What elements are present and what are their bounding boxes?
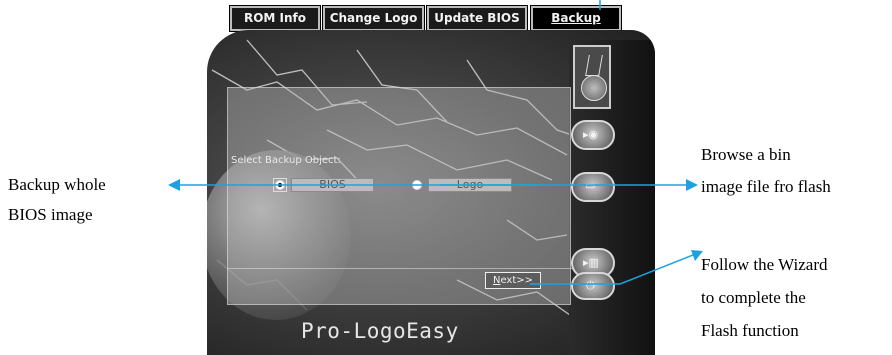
medal-shape [581, 75, 607, 101]
annotation-line: to complete the [701, 288, 806, 307]
browse-arrowhead [686, 179, 698, 191]
bios-radio[interactable] [275, 180, 285, 190]
brand-title: Pro-LogoEasy [301, 319, 459, 343]
bios-option-label[interactable]: BIOS [291, 178, 374, 192]
monitor-icon[interactable]: ▭ [571, 172, 615, 202]
app-window: Select Backup Object: BIOS Logo Next>> P… [207, 30, 655, 355]
annotation-line: Browse a bin [701, 145, 791, 164]
medal-thumbnail-icon[interactable] [573, 45, 611, 109]
backup-whole-arrowhead [168, 179, 180, 191]
tab-update-bios[interactable]: Update BIOS [426, 5, 528, 32]
select-backup-label: Select Backup Object: [231, 155, 341, 166]
annotation-line: Flash function [701, 321, 799, 340]
logo-option-label[interactable]: Logo [428, 178, 512, 192]
next-label: ext>> [500, 275, 534, 286]
annotation-browse: Browse a bin image file fro flash [701, 139, 831, 203]
power-icon[interactable]: ⏻ [571, 272, 615, 300]
tab-change-logo[interactable]: Change Logo [322, 5, 425, 32]
annotation-wizard: Follow the Wizard to complete the Flash … [701, 248, 827, 347]
annotation-line: image file fro flash [701, 177, 831, 196]
disk-arrow-icon[interactable]: ▸◉ [571, 120, 615, 150]
logo-radio[interactable] [412, 180, 422, 190]
next-button[interactable]: Next>> [485, 272, 541, 289]
annotation-line: Follow the Wizard [701, 255, 828, 274]
divider [228, 268, 572, 269]
annotation-line: Backup whole [8, 175, 106, 194]
annotation-line: BIOS image [8, 205, 93, 224]
ribbon-shape [585, 55, 603, 76]
tab-rom-info[interactable]: ROM Info [229, 5, 321, 32]
tab-backup[interactable]: Backup [530, 5, 622, 32]
annotation-backup-whole: Backup whole BIOS image [8, 170, 106, 230]
